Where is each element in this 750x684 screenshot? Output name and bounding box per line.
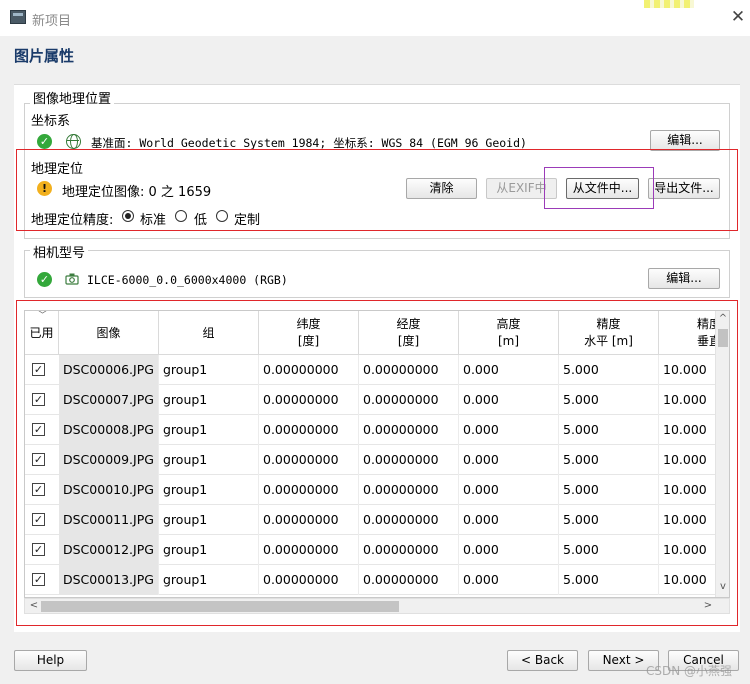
edit-crs-button[interactable]: 编辑...: [650, 130, 720, 151]
decorative-strip: [644, 0, 694, 8]
window-title: 新项目: [32, 14, 72, 29]
globe-icon: [66, 134, 81, 149]
camera-model: ILCE-6000_0.0_6000x4000 (RGB): [87, 273, 288, 287]
check-circle-icon: ✓: [37, 134, 52, 149]
geo-position-group-title: 图像地理位置: [30, 88, 115, 107]
crs-label: 坐标系: [31, 114, 71, 129]
edit-camera-button[interactable]: 编辑...: [648, 268, 720, 289]
help-button[interactable]: Help: [14, 650, 87, 671]
title-bar: [0, 0, 750, 36]
check-circle-icon: ✓: [37, 272, 52, 287]
app-logo-icon: [10, 10, 26, 24]
watermark: CSDN @小燕强: [646, 664, 733, 678]
camera-icon: [65, 272, 79, 285]
back-button[interactable]: < Back: [507, 650, 578, 671]
close-icon[interactable]: ✕: [728, 7, 748, 27]
from-file-highlight-box: [544, 167, 654, 209]
camera-group-title: 相机型号: [30, 242, 89, 261]
table-highlight-box: [16, 300, 738, 626]
page-title: 图片属性: [14, 47, 75, 65]
